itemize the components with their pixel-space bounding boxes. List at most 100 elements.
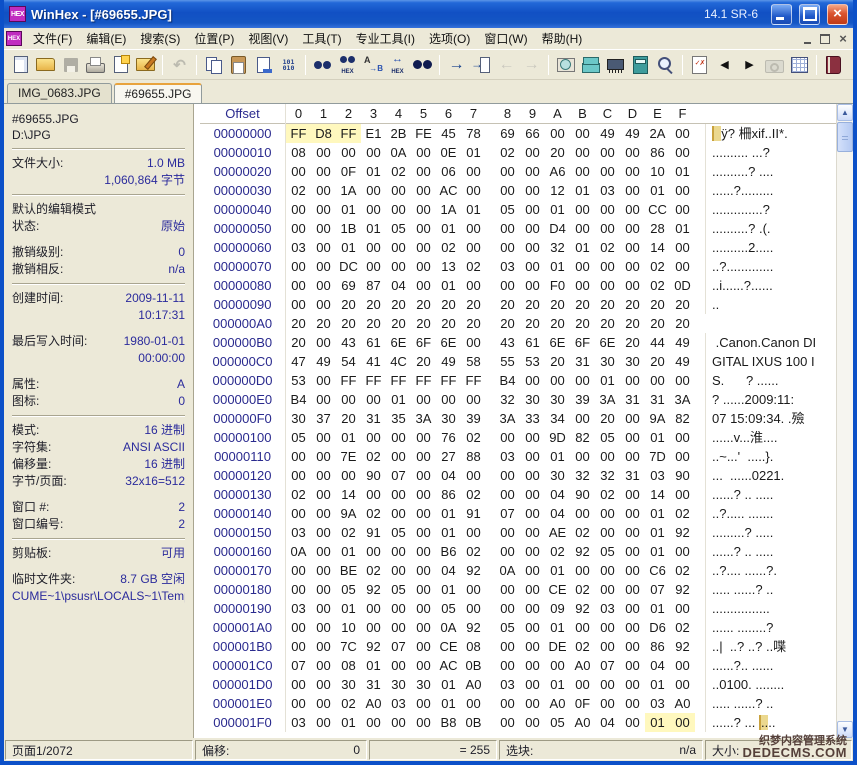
hex-byte[interactable]: 00 [620, 162, 645, 181]
ascii-cell[interactable]: .. [705, 295, 719, 314]
hex-byte[interactable]: 00 [286, 200, 311, 219]
hex-byte[interactable]: 00 [386, 257, 411, 276]
hex-byte[interactable]: 02 [545, 542, 570, 561]
hex-byte[interactable]: FF [361, 371, 386, 390]
hex-byte[interactable]: 20 [411, 314, 436, 333]
magnifier-icon[interactable] [654, 54, 677, 76]
hex-byte[interactable]: 00 [411, 599, 436, 618]
ascii-cell[interactable]: 07 15:09:34. .殮 [705, 409, 805, 428]
hex-byte[interactable]: 20 [436, 314, 461, 333]
ascii-cell[interactable]: GITAL IXUS 100 I [705, 352, 815, 371]
hex-byte[interactable]: 00 [311, 656, 336, 675]
hex-byte[interactable]: 00 [520, 637, 545, 656]
hex-byte[interactable]: 01 [361, 162, 386, 181]
hex-byte[interactable]: BE [336, 561, 361, 580]
hex-byte[interactable]: 00 [620, 656, 645, 675]
hex-byte[interactable]: 00 [336, 466, 361, 485]
minimize-button[interactable] [771, 3, 792, 25]
hex-byte[interactable]: 00 [361, 238, 386, 257]
hex-byte[interactable]: 00 [361, 428, 386, 447]
hex-byte[interactable]: 00 [670, 485, 695, 504]
hex-byte[interactable]: 04 [436, 561, 461, 580]
hex-byte[interactable]: 00 [361, 200, 386, 219]
hex-byte[interactable]: 91 [361, 523, 386, 542]
menu-item-p[interactable]: 位置(P) [187, 28, 241, 49]
hex-byte[interactable]: 00 [411, 466, 436, 485]
hex-byte[interactable]: 31 [645, 390, 670, 409]
hex-byte[interactable]: 53 [520, 352, 545, 371]
hex-byte[interactable]: 20 [570, 295, 595, 314]
hex-byte[interactable]: 00 [361, 713, 386, 732]
menu-item-h[interactable]: 帮助(H) [535, 28, 590, 49]
hex-byte[interactable]: FF [336, 371, 361, 390]
ascii-cell[interactable]: ..........? .... [705, 162, 773, 181]
hex-byte[interactable]: 30 [286, 409, 311, 428]
hex-byte[interactable]: 01 [436, 219, 461, 238]
hex-byte[interactable]: 69 [495, 124, 520, 143]
hex-byte[interactable]: 13 [436, 257, 461, 276]
hex-byte[interactable]: 02 [461, 485, 486, 504]
hex-byte[interactable]: 00 [570, 371, 595, 390]
hex-byte[interactable]: 01 [595, 371, 620, 390]
hex-byte[interactable]: FF [336, 124, 361, 143]
hex-byte[interactable]: D8 [311, 124, 336, 143]
hex-byte[interactable]: 00 [520, 504, 545, 523]
hex-byte[interactable]: 00 [595, 143, 620, 162]
hex-byte[interactable]: D6 [645, 618, 670, 637]
hex-byte[interactable]: 00 [411, 219, 436, 238]
hex-byte[interactable]: 00 [620, 675, 645, 694]
hex-byte[interactable]: 20 [545, 314, 570, 333]
hex-byte[interactable]: 12 [545, 181, 570, 200]
hex-byte[interactable]: 00 [620, 200, 645, 219]
hex-byte[interactable]: 00 [595, 200, 620, 219]
hex-byte[interactable]: 02 [361, 504, 386, 523]
hex-byte[interactable]: 00 [386, 447, 411, 466]
hex-byte[interactable]: A0 [461, 675, 486, 694]
hex-byte[interactable]: 00 [570, 200, 595, 219]
hex-byte[interactable]: 00 [520, 675, 545, 694]
hex-byte[interactable]: 00 [361, 390, 386, 409]
hex-byte[interactable]: 31 [620, 466, 645, 485]
hex-byte[interactable]: 03 [495, 257, 520, 276]
hex-byte[interactable]: 02 [361, 561, 386, 580]
calculator-icon[interactable] [629, 54, 652, 76]
hex-byte[interactable]: 00 [311, 637, 336, 656]
hex-byte[interactable]: 02 [286, 181, 311, 200]
hex-byte[interactable]: 00 [411, 200, 436, 219]
hex-byte[interactable]: 05 [595, 542, 620, 561]
hex-byte[interactable]: 00 [411, 561, 436, 580]
hex-byte[interactable]: 00 [461, 238, 486, 257]
hex-byte[interactable]: 00 [311, 599, 336, 618]
hex-byte[interactable]: 20 [386, 295, 411, 314]
hex-byte[interactable]: 00 [461, 162, 486, 181]
hex-byte[interactable]: 00 [595, 162, 620, 181]
hex-byte[interactable]: 7D [645, 447, 670, 466]
hex-byte[interactable]: 01 [436, 276, 461, 295]
hex-byte[interactable]: 00 [411, 618, 436, 637]
hex-byte[interactable]: 00 [495, 637, 520, 656]
hex-byte[interactable]: 7E [336, 447, 361, 466]
ascii-cell[interactable]: ÿ? 柵xif..II*. [705, 124, 788, 143]
hex-byte[interactable]: 00 [520, 162, 545, 181]
hex-byte[interactable]: 01 [545, 257, 570, 276]
hex-byte[interactable]: 55 [495, 352, 520, 371]
hex-byte[interactable]: 00 [670, 124, 695, 143]
hex-byte[interactable]: 1A [436, 200, 461, 219]
menu-item-i[interactable]: 专业工具(I) [349, 28, 422, 49]
hex-byte[interactable]: 0A [386, 143, 411, 162]
goto-offset-icon[interactable] [445, 54, 468, 76]
hex-byte[interactable]: 00 [436, 390, 461, 409]
hex-byte[interactable]: 20 [645, 352, 670, 371]
hex-byte[interactable]: 00 [286, 504, 311, 523]
hex-byte[interactable]: 00 [495, 181, 520, 200]
hex-byte[interactable]: 47 [286, 352, 311, 371]
hex-byte[interactable]: 03 [495, 447, 520, 466]
hex-byte[interactable]: 00 [595, 637, 620, 656]
hex-byte[interactable]: 00 [495, 599, 520, 618]
hex-byte[interactable]: A0 [570, 713, 595, 732]
scroll-up-button[interactable]: ▲ [837, 104, 853, 121]
hex-byte[interactable]: 00 [411, 580, 436, 599]
hex-byte[interactable]: 00 [495, 580, 520, 599]
ascii-cell[interactable]: ..... ......? .. [705, 580, 773, 599]
hex-byte[interactable]: 01 [645, 713, 670, 732]
